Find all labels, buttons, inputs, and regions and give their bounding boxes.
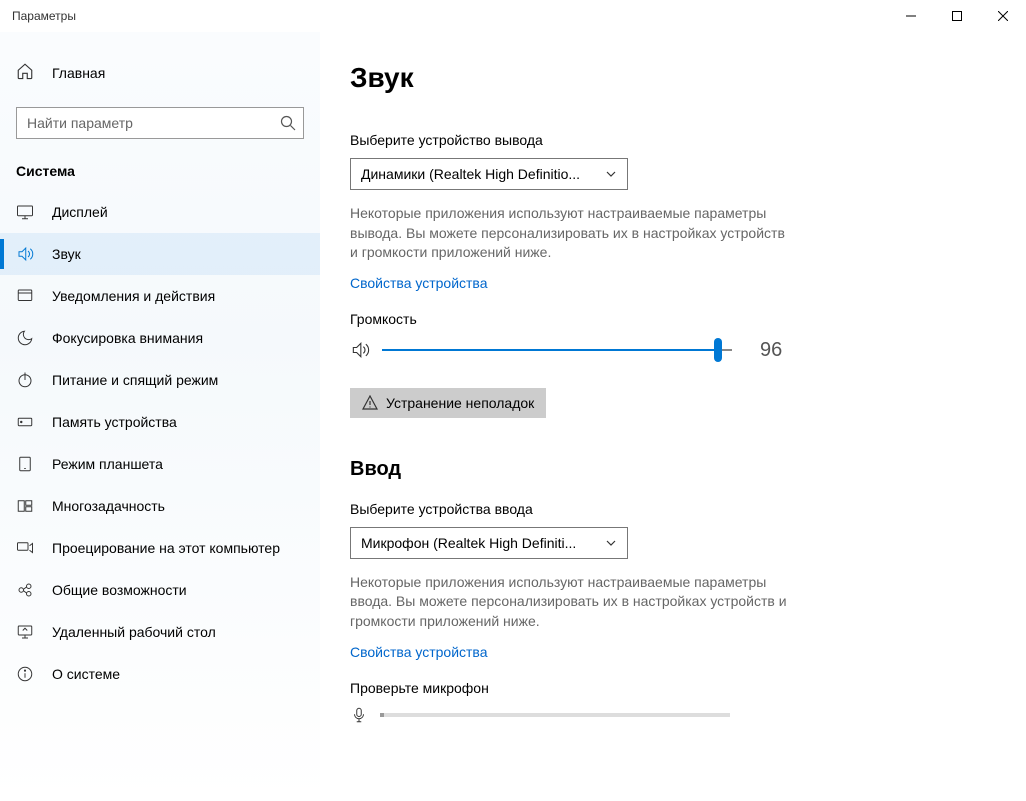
close-button[interactable]: [980, 0, 1026, 32]
sidebar-item-label: Уведомления и действия: [52, 288, 215, 304]
shared-icon: [16, 581, 34, 599]
troubleshoot-button[interactable]: Устранение неполадок: [350, 388, 546, 418]
window-title: Параметры: [12, 9, 888, 23]
sidebar-item-label: Звук: [52, 246, 81, 262]
content: Звук Выберите устройство вывода Динамики…: [320, 32, 1026, 801]
sidebar-item-multitask[interactable]: Многозадачность: [0, 485, 320, 527]
input-device-value: Микрофон (Realtek High Definiti...: [361, 535, 605, 551]
volume-slider[interactable]: [382, 349, 732, 351]
sidebar-item-about[interactable]: О системе: [0, 653, 320, 695]
output-help-text: Некоторые приложения используют настраив…: [350, 204, 790, 263]
power-icon: [16, 371, 34, 389]
sidebar-item-label: Дисплей: [52, 204, 108, 220]
sidebar-item-label: Общие возможности: [52, 582, 187, 598]
output-properties-link[interactable]: Свойства устройства: [350, 275, 488, 291]
sidebar-item-label: Удаленный рабочий стол: [52, 624, 216, 640]
mic-test-row: [350, 706, 986, 724]
sidebar-item-focus[interactable]: Фокусировка внимания: [0, 317, 320, 359]
project-icon: [16, 539, 34, 557]
about-icon: [16, 665, 34, 683]
chevron-down-icon: [605, 168, 617, 180]
sidebar-item-label: Питание и спящий режим: [52, 372, 218, 388]
close-icon: [998, 11, 1008, 21]
warning-icon: [362, 395, 378, 411]
output-device-dropdown[interactable]: Динамики (Realtek High Definitio...: [350, 158, 628, 190]
maximize-icon: [952, 11, 962, 21]
input-help-text: Некоторые приложения используют настраив…: [350, 573, 790, 632]
chevron-down-icon: [605, 537, 617, 549]
sidebar: Главная Система Дисплей Звук Уведомления и…: [0, 32, 320, 801]
window-controls: [888, 0, 1026, 32]
home-link[interactable]: Главная: [0, 52, 320, 93]
minimize-icon: [906, 11, 916, 21]
sidebar-item-storage[interactable]: Память устройства: [0, 401, 320, 443]
troubleshoot-label: Устранение неполадок: [386, 395, 534, 411]
volume-value: 96: [760, 339, 782, 362]
category-header: Система: [0, 157, 320, 191]
speaker-icon: [350, 340, 370, 360]
sidebar-item-label: Многозадачность: [52, 498, 165, 514]
display-icon: [16, 203, 34, 221]
sidebar-item-label: Фокусировка внимания: [52, 330, 203, 346]
remote-icon: [16, 623, 34, 641]
microphone-icon: [350, 706, 368, 724]
volume-label: Громкость: [350, 311, 986, 327]
search-box: [16, 107, 304, 139]
search-input[interactable]: [16, 107, 304, 139]
sidebar-item-tablet[interactable]: Режим планшета: [0, 443, 320, 485]
mic-test-label: Проверьте микрофон: [350, 680, 986, 696]
multitask-icon: [16, 497, 34, 515]
sidebar-item-shared[interactable]: Общие возможности: [0, 569, 320, 611]
volume-slider-row: 96: [350, 339, 986, 362]
sidebar-item-label: Проецирование на этот компьютер: [52, 540, 280, 556]
search-icon: [280, 115, 296, 131]
sidebar-item-remote[interactable]: Удаленный рабочий стол: [0, 611, 320, 653]
storage-icon: [16, 413, 34, 431]
maximize-button[interactable]: [934, 0, 980, 32]
input-device-dropdown[interactable]: Микрофон (Realtek High Definiti...: [350, 527, 628, 559]
input-heading: Ввод: [350, 458, 986, 481]
sound-icon: [16, 245, 34, 263]
sidebar-item-label: О системе: [52, 666, 120, 682]
sidebar-item-label: Память устройства: [52, 414, 177, 430]
sidebar-item-label: Режим планшета: [52, 456, 163, 472]
sidebar-item-project[interactable]: Проецирование на этот компьютер: [0, 527, 320, 569]
input-select-label: Выберите устройства ввода: [350, 501, 986, 517]
home-icon: [16, 62, 34, 83]
tablet-icon: [16, 455, 34, 473]
sidebar-item-notifications[interactable]: Уведомления и действия: [0, 275, 320, 317]
focus-icon: [16, 329, 34, 347]
output-select-label: Выберите устройство вывода: [350, 132, 986, 148]
home-label: Главная: [52, 65, 105, 81]
notifications-icon: [16, 287, 34, 305]
sidebar-item-sound[interactable]: Звук: [0, 233, 320, 275]
sidebar-item-display[interactable]: Дисплей: [0, 191, 320, 233]
titlebar: Параметры: [0, 0, 1026, 32]
sidebar-item-power[interactable]: Питание и спящий режим: [0, 359, 320, 401]
page-title: Звук: [350, 62, 986, 94]
output-device-value: Динамики (Realtek High Definitio...: [361, 166, 605, 182]
input-properties-link[interactable]: Свойства устройства: [350, 644, 488, 660]
mic-level-bar: [380, 713, 730, 717]
minimize-button[interactable]: [888, 0, 934, 32]
